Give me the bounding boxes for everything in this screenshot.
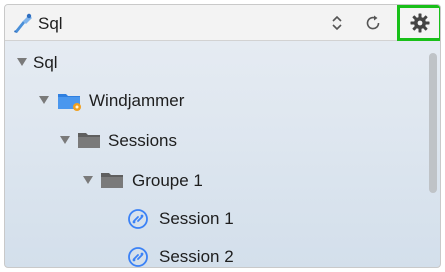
refresh-icon[interactable]: [363, 13, 383, 33]
settings-button[interactable]: [397, 5, 440, 41]
disclosure-triangle-icon[interactable]: [60, 136, 70, 144]
folder-icon: [78, 133, 100, 148]
tree-item-session-1[interactable]: Session 1: [5, 201, 429, 237]
tree-item-sessions[interactable]: Sessions: [5, 123, 429, 159]
tree-item-groupe-1[interactable]: Groupe 1: [5, 163, 429, 199]
scrollbar-thumb[interactable]: [429, 53, 437, 193]
toolbar: Sql: [5, 5, 440, 41]
tree-item-label: Groupe 1: [132, 171, 203, 190]
up-down-stepper-icon[interactable]: [331, 14, 343, 32]
vertical-scrollbar[interactable]: [425, 43, 440, 267]
sql-tool-icon: [14, 13, 32, 33]
tree-item-label: Windjammer: [89, 91, 185, 110]
tree-item-label: Sessions: [108, 131, 177, 150]
session-icon: [128, 209, 148, 229]
tree-view: Sql Windjammer Sessions Groupe 1 Session…: [5, 43, 429, 267]
session-icon: [128, 247, 148, 267]
tree-item-session-2[interactable]: Session 2: [5, 239, 429, 267]
server-folder-icon: [58, 94, 81, 111]
folder-icon: [101, 173, 123, 188]
disclosure-triangle-icon[interactable]: [83, 176, 93, 184]
app-title: Sql: [38, 14, 63, 33]
gear-icon: [410, 13, 430, 33]
tree-item-label: Session 2: [159, 247, 234, 266]
tree-item-sql[interactable]: Sql: [5, 45, 429, 81]
tree-item-label: Session 1: [159, 209, 234, 228]
tree-item-label: Sql: [33, 53, 58, 72]
tree-item-windjammer[interactable]: Windjammer: [5, 83, 429, 119]
sql-panel: Sql Sql Windjammer Sessions Groupe 1 Ses…: [4, 4, 441, 268]
disclosure-triangle-icon[interactable]: [39, 96, 49, 104]
disclosure-triangle-icon[interactable]: [17, 58, 27, 66]
